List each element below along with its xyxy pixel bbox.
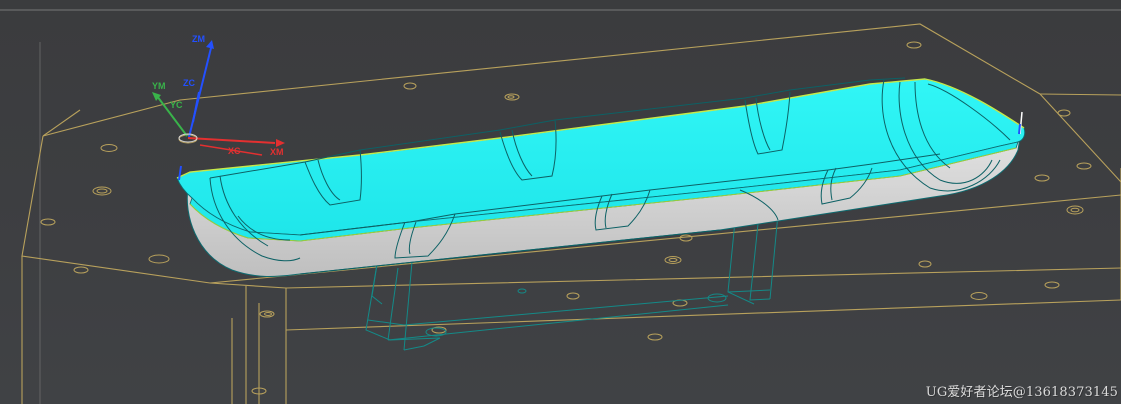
watermark-text: UG爱好者论坛@13618373145 — [925, 385, 1118, 400]
ym-label: YM — [152, 81, 166, 91]
graphics-viewport[interactable]: ZM ZC YM YC XC XM UG爱好者论坛@13618373145 — [0, 0, 1121, 404]
x-arrow-icon — [276, 139, 285, 147]
z-arrow-icon — [206, 40, 214, 49]
xc-label: XC — [228, 146, 241, 156]
model-view[interactable]: ZM ZC YM YC XC XM — [0, 0, 1121, 404]
z-axis-line — [188, 47, 212, 138]
part-body[interactable] — [176, 78, 1026, 277]
xm-label: XM — [270, 147, 284, 157]
yc-label: YC — [170, 100, 183, 110]
x-axis-line — [187, 137, 276, 144]
zc-label: ZC — [183, 78, 195, 88]
zm-label: ZM — [192, 34, 205, 44]
